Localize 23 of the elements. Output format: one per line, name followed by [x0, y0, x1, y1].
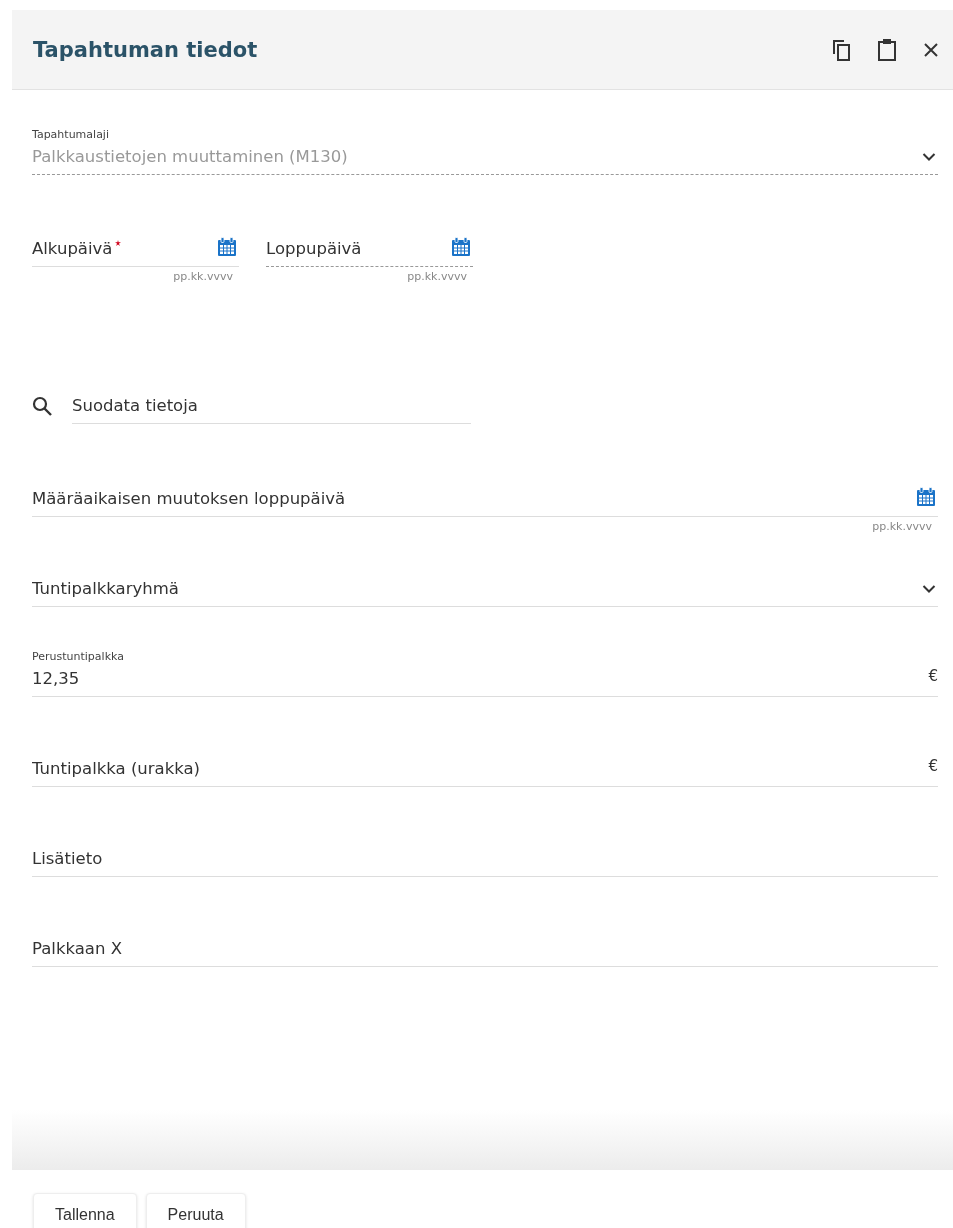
- date-format-hint: pp.kk.vvvv: [406, 270, 467, 284]
- chevron-down-icon[interactable]: [922, 152, 936, 162]
- currency-unit: €: [928, 757, 938, 775]
- calendar-icon[interactable]: [217, 237, 237, 257]
- calendar-icon[interactable]: [916, 487, 936, 507]
- action-button[interactable]: Peruuta: [145, 1193, 246, 1228]
- field-label: Tapahtumalaji: [32, 128, 110, 141]
- input-field[interactable]: Palkkaan X: [32, 937, 938, 967]
- dialog-title: Tapahtuman tiedot: [33, 37, 259, 62]
- input-field[interactable]: Lisätieto: [32, 847, 938, 877]
- select-field[interactable]: Tuntipalkkaryhmä: [32, 577, 938, 607]
- date-format-hint: pp.kk.vvvv: [172, 270, 233, 284]
- action-button[interactable]: Tallenna: [33, 1193, 137, 1228]
- input-field[interactable]: Määräaikaisen muutoksen loppupäivä: [32, 487, 938, 517]
- search-icon: [32, 396, 52, 416]
- copy-icon[interactable]: [831, 38, 851, 61]
- filter-field[interactable]: Suodata tietoja: [72, 394, 471, 424]
- field-label: Perustuntipalkka: [32, 650, 125, 663]
- date-format-hint: pp.kk.vvvv: [871, 520, 932, 534]
- close-icon[interactable]: [923, 41, 939, 58]
- chevron-down-icon[interactable]: [922, 584, 936, 594]
- clipboard-icon[interactable]: [877, 37, 897, 62]
- currency-unit: €: [928, 667, 938, 685]
